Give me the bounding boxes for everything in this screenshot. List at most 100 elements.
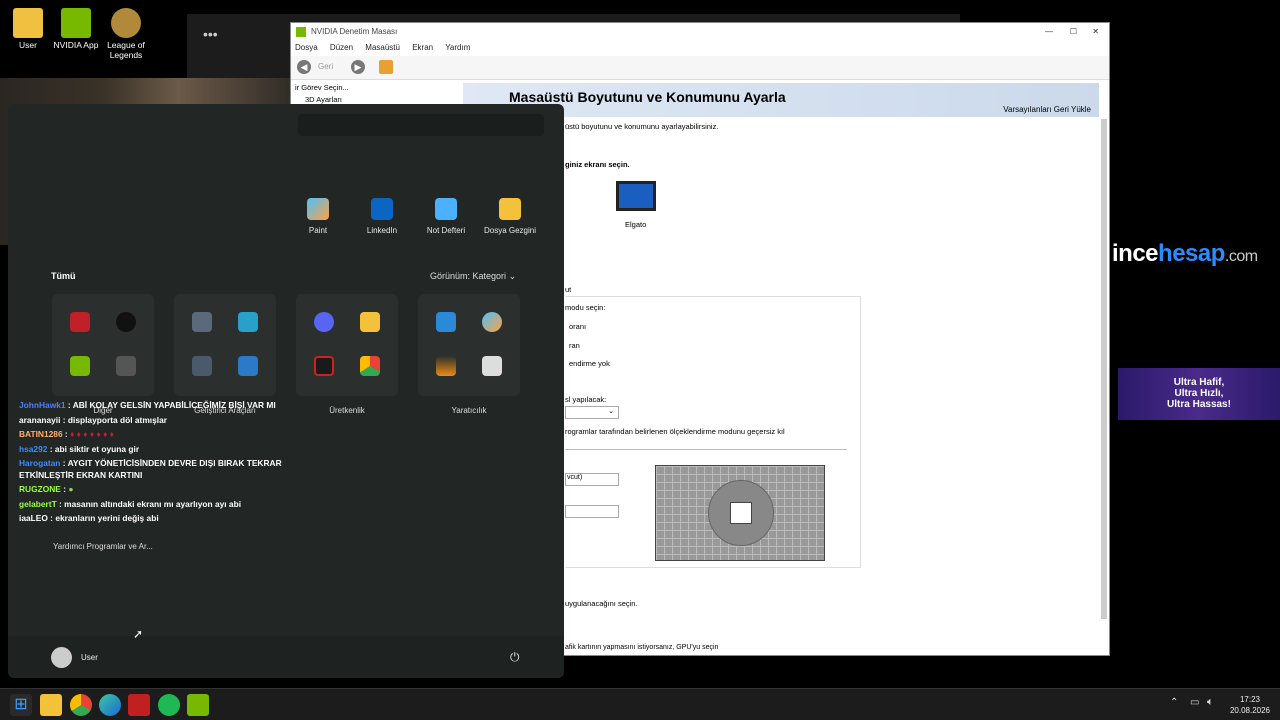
pinned-label: Paint <box>308 226 328 235</box>
override-checkbox-label[interactable]: rogramlar tarafından belirlenen ölçeklen… <box>565 427 785 436</box>
nvidia-icon <box>61 8 91 38</box>
back-icon[interactable]: ◀ <box>297 60 311 74</box>
power-icon[interactable]: ⏻ <box>510 650 520 665</box>
chat-message: ETKİNLEŞTİR EKRAN KARTINI <box>19 469 143 480</box>
category-other[interactable] <box>52 294 154 396</box>
chat-overlay: JohnHawk1 : ABİ KOLAY GELSİN YAPABİLİCEĞ… <box>19 398 282 526</box>
edge-icon[interactable] <box>99 694 121 716</box>
chat-user: hsa292 <box>19 443 48 454</box>
category-label: Yaratıcılık <box>451 406 487 415</box>
category-productivity[interactable] <box>296 294 398 396</box>
search-box[interactable] <box>298 114 544 136</box>
tray-chevron-icon[interactable]: ⌃ <box>1170 697 1178 708</box>
option-aspect[interactable]: oranı <box>569 322 586 331</box>
option-no-scaling[interactable]: endirme yok <box>569 359 610 368</box>
emote-icon: ♦ ♦ ♦ ♦ ♦ ♦ ♦ <box>70 429 114 439</box>
photos-icon <box>436 312 456 332</box>
view-dropdown[interactable]: Görünüm: Kategori ⌄ <box>430 271 516 282</box>
banner-line: Ultra Hızlı, <box>1174 388 1224 399</box>
chat-user: gelabertT <box>19 498 57 509</box>
network-icon[interactable]: ▭ <box>1190 697 1199 708</box>
clock[interactable]: 17:23 20.08.2026 <box>1228 694 1272 716</box>
pinned-label: Not Defteri <box>426 226 466 235</box>
desktop-icon-label: League of Legends <box>107 40 145 60</box>
dropdown-1[interactable]: vcut) <box>565 473 619 486</box>
window-title: NVIDIA Denetim Masası <box>311 27 398 36</box>
minimize-button[interactable]: — <box>1045 23 1053 41</box>
chat-message: abi siktir et oyuna gir <box>54 443 140 454</box>
banner-line: Ultra Hassas! <box>1167 399 1231 410</box>
menu-dosya[interactable]: Dosya <box>295 43 318 52</box>
brand-part-c: .com <box>1224 248 1258 265</box>
menu-ekran[interactable]: Ekran <box>412 43 433 52</box>
nvidia-taskbar-icon[interactable] <box>187 694 209 716</box>
desktop-icon-nvidia-app[interactable]: NVIDIA App <box>48 8 104 50</box>
menu-yardim[interactable]: Yardım <box>445 43 470 52</box>
more-icon[interactable]: ••• <box>203 26 218 42</box>
back-label[interactable]: Geri <box>318 62 333 71</box>
folder-icon <box>499 198 521 220</box>
home-icon[interactable] <box>379 60 393 74</box>
folder-icon <box>360 312 380 332</box>
dropdown-2[interactable] <box>565 505 619 518</box>
chat-line: JohnHawk1 : ABİ KOLAY GELSİN YAPABİLİCEĞ… <box>19 400 276 410</box>
scrollbar[interactable] <box>1101 119 1107 619</box>
forward-icon[interactable]: ▶ <box>351 60 365 74</box>
page-description: üstü boyutunu ve konumunu ayarlayabilirs… <box>565 122 719 131</box>
mouse-cursor-icon: ➚ <box>133 627 144 641</box>
file-explorer-icon[interactable] <box>40 694 62 716</box>
league-icon <box>111 8 141 38</box>
clock-time: 17:23 <box>1239 695 1261 704</box>
chat-user: arananayii <box>19 414 61 425</box>
tool-icon[interactable] <box>128 694 150 716</box>
maximize-button[interactable]: ☐ <box>1070 23 1077 41</box>
spotify-icon[interactable] <box>158 694 180 716</box>
pinned-notepad[interactable]: Not Defteri <box>416 198 476 235</box>
chat-line: hsa292 : abi siktir et oyuna gir <box>19 443 140 454</box>
scaling-dropdown[interactable]: ⌄ <box>565 406 619 419</box>
apps-group-icon <box>116 356 136 376</box>
chat-user: BATIN1286 <box>19 429 63 439</box>
avatar[interactable] <box>51 647 72 668</box>
close-button[interactable]: ✕ <box>1092 23 1099 41</box>
restore-defaults-link[interactable]: Varsayılanları Geri Yükle <box>1003 105 1091 114</box>
pinned-explorer[interactable]: Dosya Gezgini <box>480 198 540 235</box>
paint-icon <box>482 312 502 332</box>
mode-label: modu seçin: <box>565 303 606 312</box>
start-button[interactable]: ⊞ <box>10 694 32 716</box>
chat-message: AYGIT YÖNETİCİSİNDEN DEVRE DIŞI BIRAK TE… <box>67 458 282 468</box>
chat-line: RUGZONE : ● <box>19 484 74 494</box>
pinned-paint[interactable]: Paint <box>288 198 348 235</box>
menu-duzen[interactable]: Düzen <box>330 43 353 52</box>
monitor-icon[interactable] <box>616 181 656 211</box>
paint-icon <box>307 198 329 220</box>
preview-center-box <box>730 502 752 524</box>
chevron-down-icon: ⌄ <box>508 271 517 281</box>
chrome-icon[interactable] <box>70 694 92 716</box>
option-fullscreen[interactable]: ran <box>569 341 580 350</box>
tab-label[interactable]: ut <box>565 285 571 294</box>
user-name[interactable]: User <box>81 653 98 662</box>
pinned-linkedin[interactable]: LinkedIn <box>352 198 412 235</box>
menu-masaustu[interactable]: Masaüstü <box>365 43 400 52</box>
helpers-label[interactable]: Yardımcı Programlar ve Ar... <box>53 542 153 551</box>
tree-item[interactable]: ir Görev Seçin... <box>295 82 459 94</box>
menu-bar: Dosya Düzen Masaüstü Ekran Yardım <box>295 43 480 52</box>
desktop-icon-league[interactable]: League of Legends <box>98 8 154 60</box>
chat-line: iaaLEO : ekranların yerini değiş abi <box>19 513 159 523</box>
chat-line: arananayii : displayporta döl atmışlar <box>19 414 168 425</box>
pinned-label: LinkedIn <box>366 226 398 235</box>
clock-date: 20.08.2026 <box>1229 706 1271 715</box>
people-icon <box>238 356 258 376</box>
display-label: Elgato <box>625 220 647 229</box>
toolbar: ◀ Geri ▶ <box>291 56 1109 80</box>
apply-label: uygulanacağını seçin. <box>565 599 638 608</box>
folder-icon <box>13 8 43 38</box>
category-creativity[interactable] <box>418 294 520 396</box>
chat-message: ABİ KOLAY GELSİN YAPABİLİCEĞİMİZ BİŞİ VA… <box>72 400 276 410</box>
category-dev-tools[interactable] <box>174 294 276 396</box>
volume-icon[interactable]: 🔈︎ <box>1207 696 1214 709</box>
taskbar: ⊞ ⌃ ▭ 🔈︎ 17:23 20.08.2026 <box>0 688 1280 720</box>
gpu-text: afik kartının yapmasını istiyorsanız, GP… <box>565 644 719 651</box>
chat-user: JohnHawk1 <box>19 400 66 410</box>
